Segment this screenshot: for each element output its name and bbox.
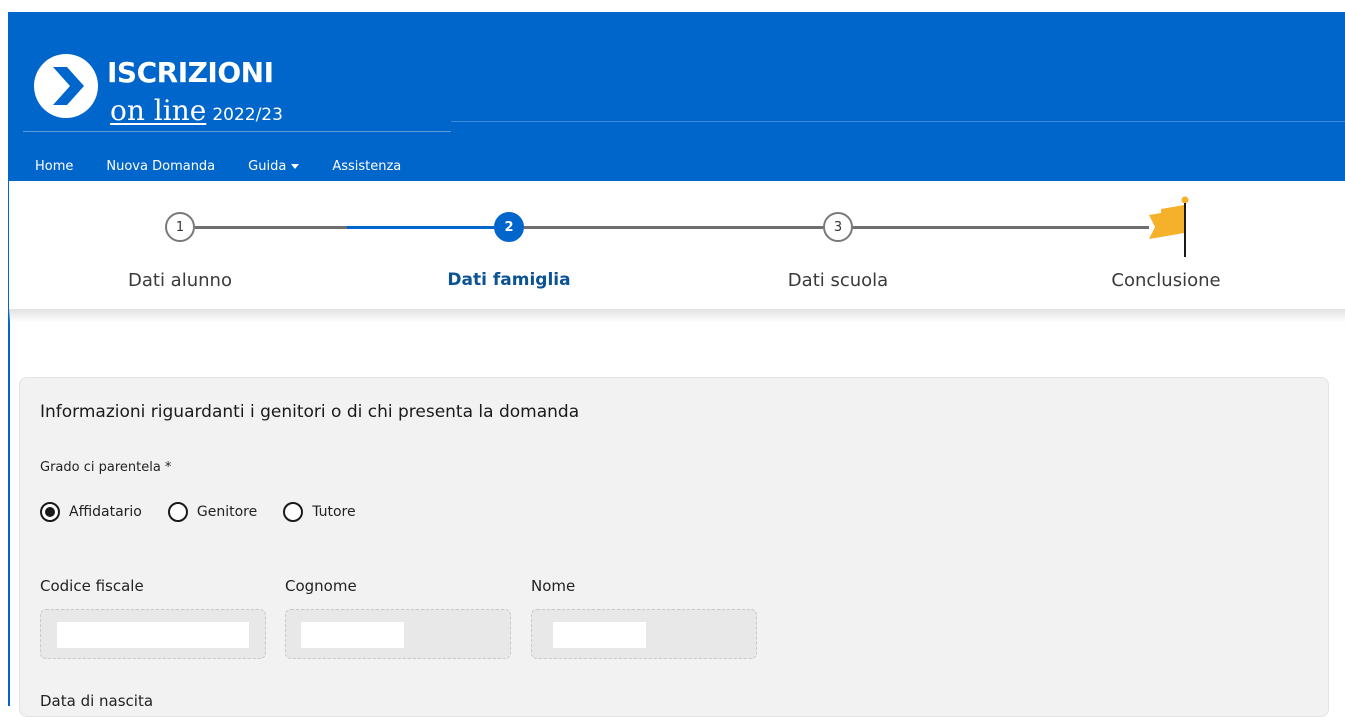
redacted-value <box>553 622 646 648</box>
step-1-label: Dati alunno <box>128 270 232 291</box>
nav-nuova-domanda-label: Nuova Domanda <box>106 159 216 174</box>
cognome-field[interactable] <box>285 609 511 659</box>
site-header: ISCRIZIONI on line 2022/23 Home Nuova Dom… <box>9 12 1345 181</box>
nav-guida-dropdown[interactable]: Guida <box>248 159 300 174</box>
family-info-card: Informazioni riguardanti i genitori o di… <box>19 377 1329 717</box>
section-title: Informazioni riguardanti i genitori o di… <box>40 402 580 422</box>
codice-fiscale-field[interactable] <box>40 609 266 659</box>
radio-selected-icon <box>40 502 60 522</box>
nav-assistenza-label: Assistenza <box>332 159 402 174</box>
nome-label: Nome <box>531 577 576 595</box>
radio-genitore-label: Genitore <box>196 504 258 520</box>
header-divider-right <box>451 121 1345 122</box>
nome-field[interactable] <box>531 609 757 659</box>
relationship-label: Grado ci parentela * <box>40 460 172 475</box>
nav-home-label: Home <box>35 159 74 174</box>
step-connector <box>195 226 347 229</box>
nav-home[interactable]: Home <box>35 159 73 174</box>
main-nav: Home Nuova Domanda Guida Assistenza <box>35 159 434 174</box>
flag-icon <box>1149 196 1189 257</box>
brand-online-text: on line <box>110 94 207 127</box>
step-connector-active <box>347 226 497 229</box>
step-2-circle: 2 <box>494 212 524 242</box>
birth-date-label: Data di nascita <box>40 692 154 710</box>
brand-subtitle: on line 2022/23 <box>110 96 283 130</box>
redacted-value <box>301 622 404 648</box>
radio-affidatario[interactable]: Affidatario <box>40 502 142 522</box>
redacted-value <box>57 622 249 648</box>
header-divider <box>23 131 451 132</box>
progress-stepper: 1 2 3 Dati alunno Dati famiglia Dati scu… <box>9 181 1345 309</box>
stepper-shadow <box>9 309 1345 323</box>
step-3-label: Dati scuola <box>787 270 889 291</box>
chevron-right-circle-icon <box>34 54 98 118</box>
radio-tutore-label: Tutore <box>312 504 356 520</box>
brand-title: ISCRIZIONI <box>107 56 274 89</box>
nav-guida-label: Guida <box>248 159 287 174</box>
step-connector <box>524 226 824 229</box>
nav-assistenza[interactable]: Assistenza <box>332 159 401 174</box>
codice-fiscale-label: Codice fiscale <box>40 577 144 595</box>
step-1-circle: 1 <box>165 212 195 242</box>
radio-tutore[interactable]: Tutore <box>283 502 356 522</box>
step-3-circle: 3 <box>823 212 853 242</box>
cognome-label: Cognome <box>285 577 357 595</box>
radio-genitore[interactable]: Genitore <box>167 502 258 522</box>
radio-affidatario-label: Affidatario <box>69 504 142 520</box>
step-connector <box>852 226 1149 229</box>
radio-unselected-icon <box>167 502 188 522</box>
step-2-label: Dati famiglia <box>447 270 571 290</box>
brand-year: 2022/23 <box>212 105 283 125</box>
radio-unselected-icon <box>283 502 304 522</box>
nav-nuova-domanda[interactable]: Nuova Domanda <box>106 159 215 174</box>
step-4-label: Conclusione <box>1111 270 1221 291</box>
caret-down-icon <box>291 164 300 169</box>
relationship-radio-group: Affidatario Genitore Tutore <box>40 502 382 522</box>
